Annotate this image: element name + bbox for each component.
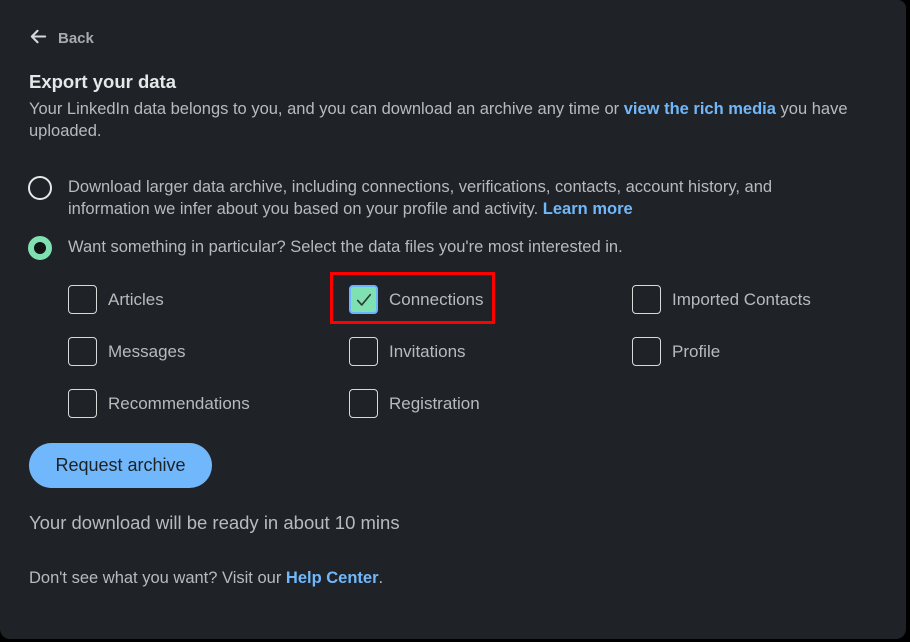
checkbox-profile[interactable]: Profile [632,337,720,366]
checkbox-label: Recommendations [108,393,250,413]
back-label: Back [58,30,94,47]
full-archive-label: Download larger data archive, including … [68,176,838,220]
page-title: Export your data [29,71,176,92]
highlight-box [330,272,495,324]
download-ready-status: Your download will be ready in about 10 … [29,512,400,533]
particular-label: Want something in particular? Select the… [68,238,623,256]
export-data-panel: Back Export your data Your LinkedIn data… [0,0,906,639]
checkbox-messages[interactable]: Messages [68,337,185,366]
help-prefix: Don't see what you want? Visit our [29,569,286,587]
radio-option-particular[interactable]: Want something in particular? Select the… [28,236,838,260]
intro-prefix: Your LinkedIn data belongs to you, and y… [29,100,624,118]
checkbox-box[interactable] [632,285,661,314]
learn-more-link[interactable]: Learn more [543,200,633,218]
checkbox-box[interactable] [68,285,97,314]
checkbox-box[interactable] [349,337,378,366]
request-archive-button[interactable]: Request archive [29,443,212,488]
radio-option-full-archive[interactable]: Download larger data archive, including … [28,176,838,220]
checkbox-recommendations[interactable]: Recommendations [68,389,250,418]
checkbox-label: Invitations [389,341,466,361]
checkbox-invitations[interactable]: Invitations [349,337,466,366]
help-text: Don't see what you want? Visit our Help … [29,569,383,588]
view-rich-media-link[interactable]: view the rich media [624,100,776,118]
checkbox-box[interactable] [349,389,378,418]
checkbox-label: Imported Contacts [672,289,811,309]
checkbox-box[interactable] [68,389,97,418]
arrow-left-icon [29,27,48,50]
checkbox-box[interactable] [68,337,97,366]
checkbox-label: Messages [108,341,186,361]
checkbox-registration[interactable]: Registration [349,389,480,418]
intro-text: Your LinkedIn data belongs to you, and y… [29,98,879,142]
checkbox-label: Articles [108,289,164,309]
back-button[interactable]: Back [29,27,94,50]
checkbox-imported-contacts[interactable]: Imported Contacts [632,285,811,314]
full-archive-text: Download larger data archive, including … [68,178,773,218]
checkbox-box[interactable] [632,337,661,366]
checkbox-label: Profile [672,341,721,361]
radio-particular[interactable] [28,236,52,260]
radio-full-archive[interactable] [28,176,52,200]
checkbox-label: Registration [389,393,480,413]
help-center-link[interactable]: Help Center [286,569,379,587]
help-suffix: . [378,569,384,587]
checkbox-articles[interactable]: Articles [68,285,164,314]
